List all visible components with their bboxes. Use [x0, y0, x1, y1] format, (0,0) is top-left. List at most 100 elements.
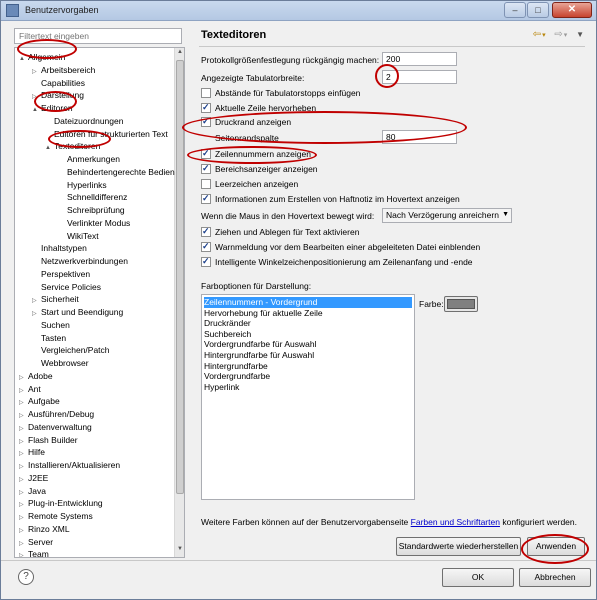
tabstops-label: Abstände für Tabulatorstopps einfügen	[215, 88, 361, 98]
tree-item[interactable]: Netzwerkverbindungen	[32, 255, 128, 267]
apply-button[interactable]: Anwenden	[527, 537, 585, 556]
tree-item[interactable]: ▷ Arbeitsbereich	[32, 64, 95, 76]
tree-item-label: Inhaltstypen	[41, 243, 87, 254]
color-option-item[interactable]: Druckränder	[204, 318, 251, 329]
tree-item[interactable]: WikiText	[58, 230, 99, 242]
tree-item[interactable]: Hyperlinks	[58, 179, 107, 191]
tree-expander-icon[interactable]: ▲	[32, 104, 41, 116]
tree-item[interactable]: ▷ Plug-in-Entwicklung	[19, 497, 103, 509]
color-option-item[interactable]: Vordergrundfarbe	[204, 371, 270, 382]
color-option-item[interactable]: Hyperlink	[204, 382, 239, 393]
scrollbar-thumb[interactable]	[176, 60, 184, 494]
tree-item[interactable]: ▷ Team	[19, 548, 49, 557]
tree-item[interactable]: Service Policies	[32, 281, 101, 293]
tree-item[interactable]: Tasten	[32, 332, 66, 344]
tree-item[interactable]: ▷ Darstellung	[32, 89, 84, 101]
tree-item[interactable]: Anmerkungen	[58, 153, 120, 165]
tabstops-checkbox[interactable]	[201, 88, 211, 98]
color-picker-button[interactable]	[444, 296, 478, 312]
tree-item-label: Ausführen/Debug	[28, 409, 95, 419]
tree-item[interactable]: ▷ Ausführen/Debug	[19, 408, 94, 420]
color-option-item[interactable]: Hintergrundfarbe	[204, 361, 268, 372]
color-option-item[interactable]: Zeilennummern - Vordergrund	[204, 297, 412, 308]
tree-item[interactable]: ▲ Allgemein	[19, 51, 65, 63]
help-icon[interactable]: ?	[18, 569, 34, 585]
forward-menu-icon[interactable]: ▾	[564, 32, 568, 39]
tree-item[interactable]: Webbrowser	[32, 357, 89, 369]
tree-item-label: Netzwerkverbindungen	[41, 256, 128, 266]
preferences-window: Benutzervorgaben – □ ✕ ▲ ▼ ▲Allgemein▷Ar…	[0, 0, 597, 600]
current-line-checkbox[interactable]	[201, 102, 211, 113]
maximize-button[interactable]: □	[527, 2, 549, 18]
tab-width-input[interactable]: 2	[382, 70, 457, 84]
tree-item[interactable]: Inhaltstypen	[32, 242, 87, 254]
tree-item[interactable]: ▷ Datenverwaltung	[19, 421, 92, 433]
tree-item[interactable]: ▷ Adobe	[19, 370, 53, 382]
color-options-list[interactable]: Zeilennummern - Vordergrund Hervorhebung …	[201, 294, 415, 500]
forward-icon[interactable]: ⇨	[554, 29, 562, 40]
color-option-item[interactable]: Suchbereich	[204, 329, 251, 340]
scroll-up-icon[interactable]: ▲	[176, 49, 184, 59]
texteditor-panel: Texteditoren ⇦▾ ⇨▾ ▼ Protokollgrößenfest…	[195, 26, 588, 558]
tree-item[interactable]: Dateizuordnungen	[45, 115, 123, 127]
tree-item[interactable]: Suchen	[32, 319, 70, 331]
tree-item[interactable]: ▷ Start und Beendigung	[32, 306, 123, 318]
tree-item[interactable]: ▷ Java	[19, 485, 46, 497]
tree-item[interactable]: ▷ Server	[19, 536, 53, 548]
warn-derived-label: Warnmeldung vor dem Bearbeiten einer abg…	[215, 242, 481, 252]
back-menu-icon[interactable]: ▾	[542, 32, 546, 39]
tree-item[interactable]: ▷ Aufgabe	[19, 395, 60, 407]
tree-item[interactable]: Editoren für strukturierten Text	[45, 128, 168, 140]
tree-item-label: Remote Systems	[28, 511, 93, 521]
tree-item[interactable]: ▷ Flash Builder	[19, 434, 78, 446]
fonts-colors-link[interactable]: Farben und Schriftarten	[411, 517, 500, 527]
hover-behavior-select[interactable]: Nach Verzögerung anreichern ▼	[382, 208, 512, 223]
tree-item[interactable]: ▷ J2EE	[19, 472, 48, 484]
minimize-button[interactable]: –	[504, 2, 526, 18]
tree-item[interactable]: ▲ Texteditoren	[45, 140, 100, 152]
back-icon[interactable]: ⇦	[533, 29, 541, 40]
tree-item[interactable]: Behindertengerechte Bedien	[58, 166, 175, 178]
tree-expander-icon[interactable]: ▷	[19, 550, 28, 557]
range-indicator-checkbox[interactable]	[201, 163, 211, 174]
tree-item[interactable]: ▷ Installieren/Aktualisieren	[19, 459, 120, 471]
hover-info-checkbox[interactable]	[201, 193, 211, 204]
drag-drop-checkbox[interactable]	[201, 226, 211, 237]
undo-history-input[interactable]: 200	[382, 52, 457, 66]
tree-expander-icon[interactable]: ▲	[45, 142, 54, 154]
tree-item[interactable]: ▲ Editoren	[32, 102, 73, 114]
color-option-item[interactable]: Vordergrundfarbe für Auswahl	[204, 339, 316, 350]
filter-input[interactable]	[14, 28, 182, 44]
tree-item[interactable]: ▷ Sicherheit	[32, 293, 79, 305]
scroll-down-icon[interactable]: ▼	[176, 546, 184, 556]
tree-scrollbar[interactable]: ▲ ▼	[174, 48, 184, 557]
tree-item[interactable]: Perspektiven	[32, 268, 90, 280]
tree-item[interactable]: Vergleichen/Patch	[32, 344, 110, 356]
smart-caret-checkbox[interactable]	[201, 256, 211, 267]
tree-item[interactable]: Schnelldifferenz	[58, 191, 127, 203]
tree-item[interactable]: ▷ Rinzo XML	[19, 523, 70, 535]
warn-derived-checkbox[interactable]	[201, 241, 211, 252]
margin-column-input[interactable]: 80	[382, 130, 457, 144]
color-option-item[interactable]: Hintergrundfarbe für Auswahl	[204, 350, 314, 361]
tree-item[interactable]: Schreibprüfung	[58, 204, 125, 216]
view-menu-icon[interactable]: ▼	[576, 30, 584, 39]
tree-item[interactable]: ▷ Remote Systems	[19, 510, 93, 522]
tree-item-label: Dateizuordnungen	[54, 115, 124, 126]
tree-item-label: Installieren/Aktualisieren	[28, 460, 121, 470]
ok-button[interactable]: OK	[442, 568, 514, 587]
range-indicator-label: Bereichsanzeiger anzeigen	[215, 164, 318, 174]
print-margin-checkbox[interactable]	[201, 116, 211, 127]
restore-defaults-button[interactable]: Standardwerte wiederherstellen	[396, 537, 521, 556]
tree-item[interactable]: ▷ Ant	[19, 383, 41, 395]
whitespace-checkbox[interactable]	[201, 179, 211, 189]
line-numbers-checkbox[interactable]	[201, 148, 211, 159]
color-options-label: Farboptionen für Darstellung:	[201, 281, 312, 291]
cancel-button[interactable]: Abbrechen	[519, 568, 591, 587]
tree-expander-icon[interactable]: ▲	[19, 53, 28, 65]
color-option-item[interactable]: Hervorhebung für aktuelle Zeile	[204, 308, 323, 319]
tree-item[interactable]: Capabilities	[32, 77, 85, 89]
tree-item[interactable]: Verlinkter Modus	[58, 217, 130, 229]
tree-item[interactable]: ▷ Hilfe	[19, 446, 45, 458]
close-button[interactable]: ✕	[552, 2, 592, 18]
